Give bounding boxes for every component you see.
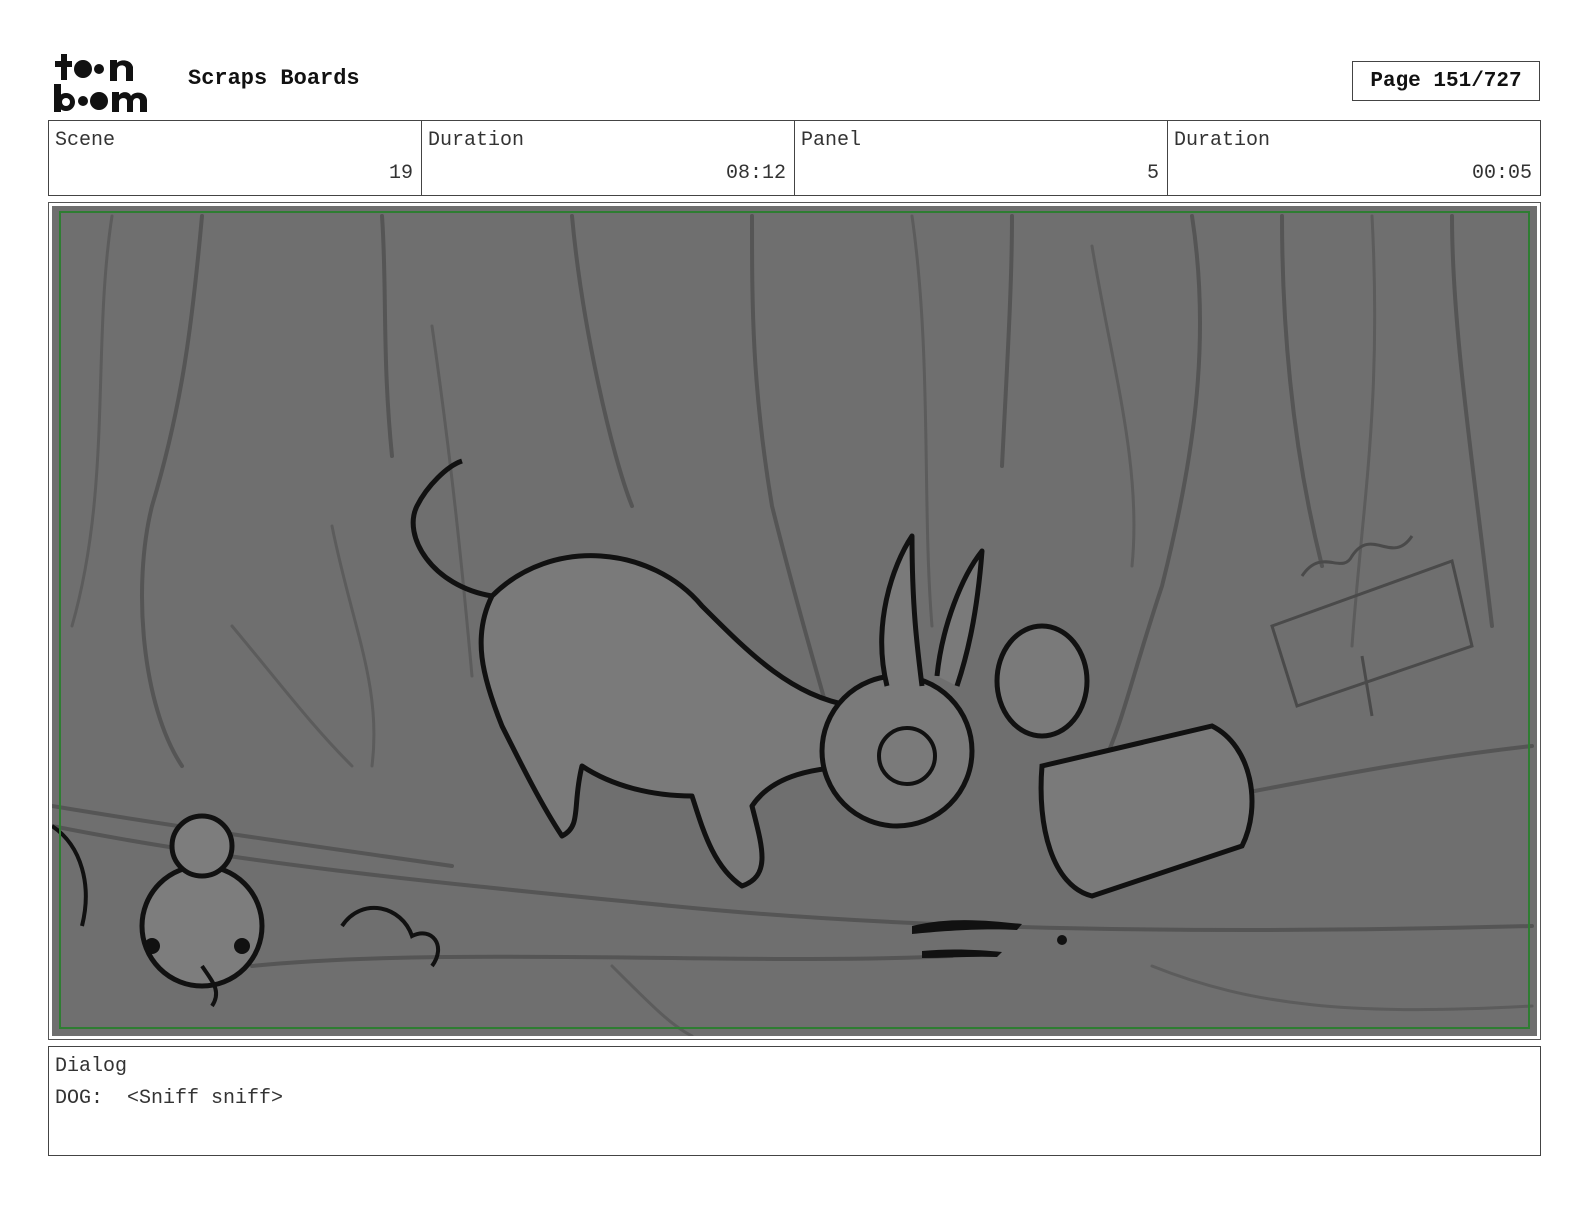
scene-label: Scene [55, 129, 116, 152]
info-row: Scene 19 Duration 08:12 Panel 5 Duration… [48, 120, 1541, 196]
dialog-text: DOG: <Sniff sniff> [55, 1087, 284, 1110]
storyboard-panel [48, 202, 1541, 1040]
panel-value: 5 [1146, 162, 1159, 185]
toon-boom-logo [52, 50, 164, 112]
panel-cell: Panel 5 [795, 121, 1168, 195]
panel-background [52, 206, 1537, 1036]
scene-cell: Scene 19 [49, 121, 422, 195]
panel-duration-value: 00:05 [1471, 162, 1532, 185]
storyboard-sketch [52, 206, 1537, 1036]
panel-duration-cell: Duration 00:05 [1168, 121, 1540, 195]
panel-duration-label: Duration [1174, 129, 1271, 152]
dialog-box: Dialog DOG: <Sniff sniff> [48, 1046, 1541, 1156]
scene-duration-label: Duration [428, 129, 525, 152]
scene-value: 19 [388, 162, 413, 185]
panel-label: Panel [801, 129, 862, 152]
dialog-label: Dialog [55, 1055, 128, 1078]
scene-duration-cell: Duration 08:12 [422, 121, 795, 195]
scene-duration-value: 08:12 [725, 162, 786, 185]
page-number: Page 151/727 [1352, 61, 1540, 101]
dog-eye [877, 726, 937, 786]
document-title: Scraps Boards [188, 66, 360, 91]
